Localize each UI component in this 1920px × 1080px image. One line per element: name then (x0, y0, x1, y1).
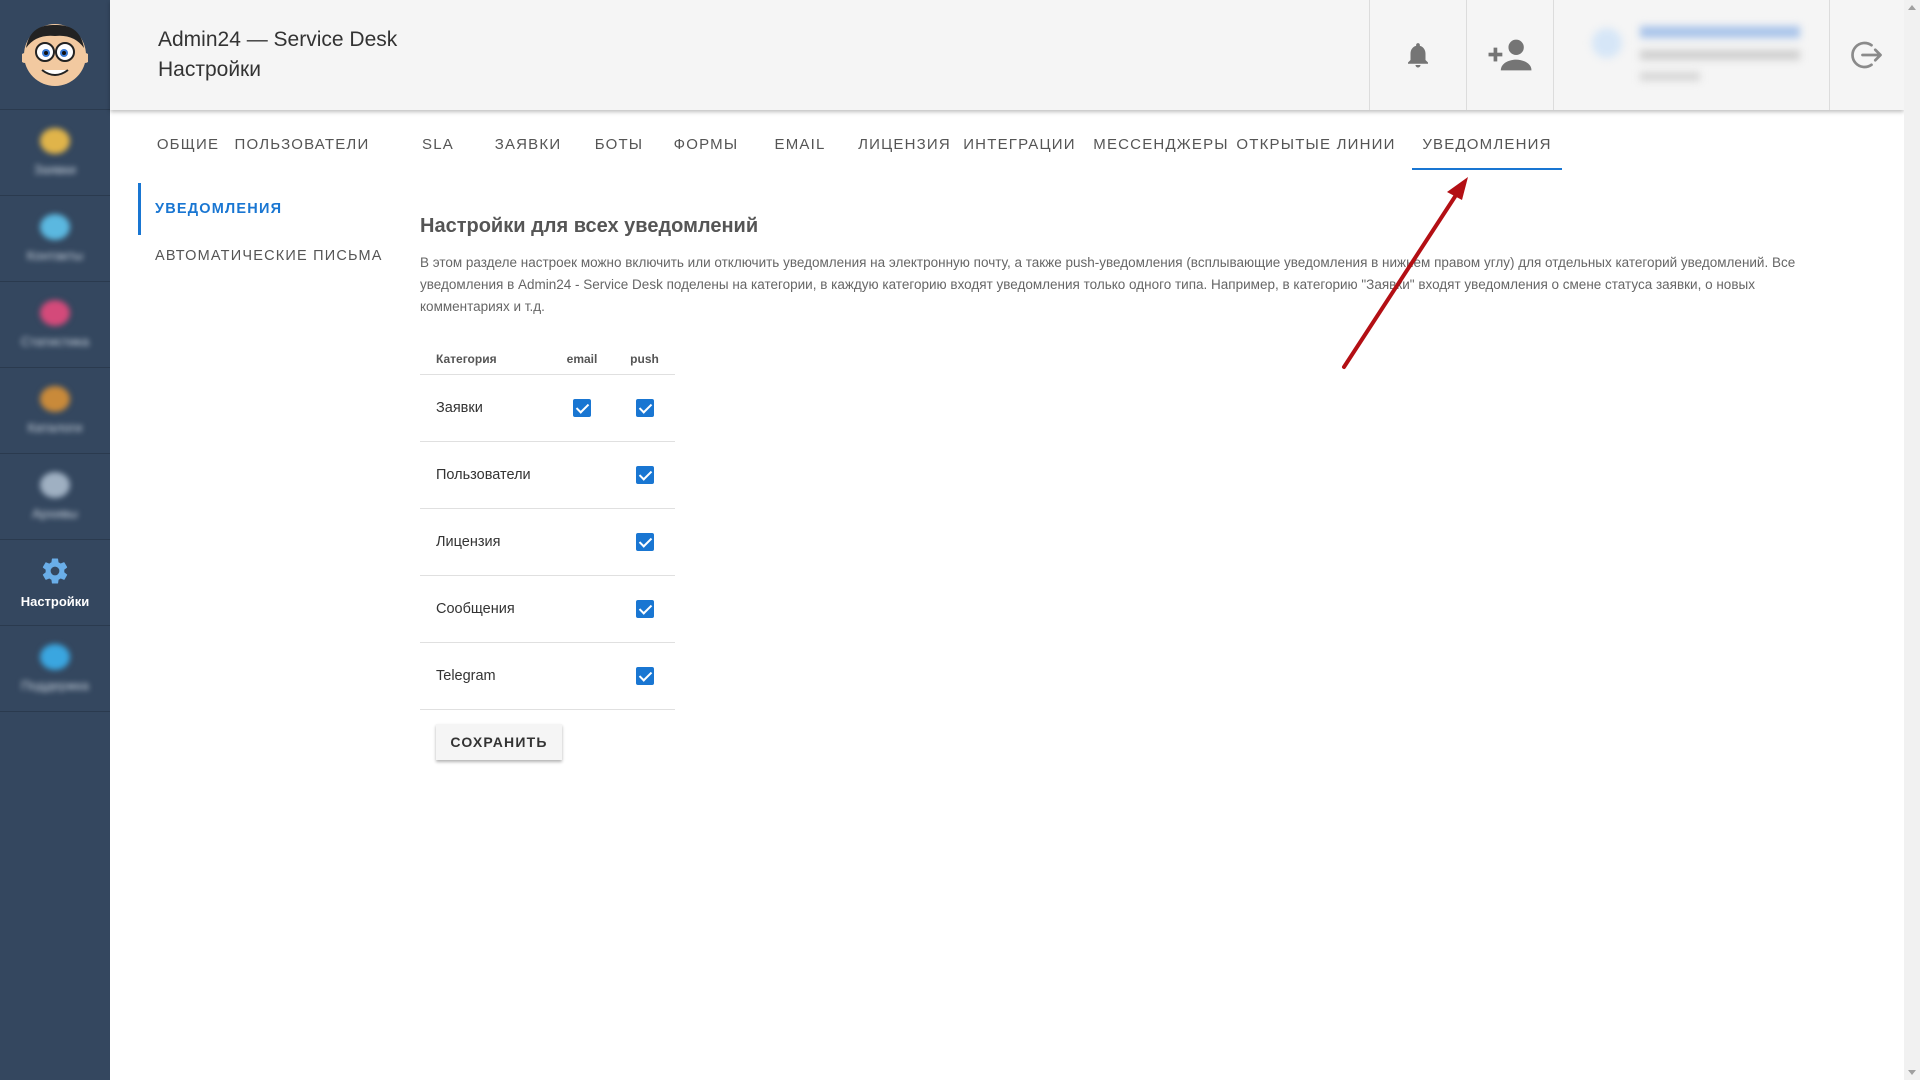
tab-0[interactable]: ОБЩИЕ (138, 120, 238, 170)
push-checkbox[interactable] (635, 465, 654, 484)
category-label: Сообщения (420, 575, 550, 643)
stats-icon (40, 300, 70, 326)
rail-item-label: Заявки (34, 162, 76, 177)
rail-item-archive[interactable]: Архивы (0, 454, 110, 540)
user-avatar (1592, 28, 1622, 58)
rail-item-gear[interactable]: Настройки (0, 540, 110, 626)
contacts-icon (40, 214, 70, 240)
tab-8[interactable]: ИНТЕГРАЦИИ (953, 120, 1086, 170)
column-header-email: email (550, 344, 614, 375)
section-description: В этом разделе настроек можно включить и… (420, 255, 1796, 314)
notifications-button[interactable] (1369, 0, 1466, 110)
left-rail: Заявки Контакты Статистика Каталоги Архивы На… (0, 0, 110, 1080)
push-cell (614, 441, 675, 509)
email-cell (550, 374, 614, 442)
user-name-blurred (1640, 26, 1800, 38)
tab-5[interactable]: ФОРМЫ (652, 120, 760, 170)
settings-tabs: ОБЩИЕ ПОЛЬЗОВАТЕЛИ SLA ЗАЯВКИ БОТЫ ФОРМЫ EMAIL… (110, 120, 1890, 170)
add-user-icon (1488, 39, 1532, 71)
rail-item-contacts[interactable]: Контакты (0, 196, 110, 282)
avatar-logo-icon (22, 23, 88, 86)
save-button[interactable]: СОХРАНИТЬ (436, 724, 562, 760)
subnav-notifications[interactable]: УВЕДОМЛЕНИЯ (138, 183, 282, 235)
rail-item-catalog[interactable]: Каталоги (0, 368, 110, 454)
tab-10[interactable]: ОТКРЫТЫЕ ЛИНИИ (1230, 120, 1402, 170)
column-header-push: push (614, 344, 675, 375)
rail-item-label: Поддержка (21, 678, 89, 693)
table-row: Сообщения (420, 575, 675, 643)
rail-item-support[interactable]: Поддержка (0, 626, 110, 712)
page-title: Настройки (158, 58, 261, 81)
category-label: Заявки (420, 374, 550, 442)
app-title: Admin24 — Service Desk (158, 28, 398, 51)
user-id-blurred (1640, 72, 1700, 81)
tab-1[interactable]: ПОЛЬЗОВАТЕЛИ (228, 120, 376, 170)
category-label: Пользователи (420, 441, 550, 509)
rail-item-label: Архивы (32, 506, 78, 521)
column-header-category: Категория (420, 344, 550, 375)
catalog-icon (40, 386, 70, 412)
archive-icon (40, 472, 70, 498)
table-row: Лицензия (420, 508, 675, 576)
user-email-blurred (1640, 50, 1800, 60)
requests-icon (40, 128, 70, 154)
tab-9[interactable]: МЕССЕНДЖЕРЫ (1086, 120, 1236, 170)
app-logo[interactable] (0, 0, 110, 110)
notification-categories-table: Категория email push Заявки Пользователи Л… (420, 344, 675, 710)
category-label: Лицензия (420, 508, 550, 576)
add-user-button[interactable] (1466, 0, 1553, 110)
support-icon (40, 644, 70, 670)
push-checkbox[interactable] (635, 599, 654, 618)
rail-item-requests[interactable]: Заявки (0, 110, 110, 196)
notifications-section: Настройки для всех уведомлений В этом ра… (420, 215, 1810, 318)
table-row: Пользователи (420, 441, 675, 509)
rail-item-stats[interactable]: Статистика (0, 282, 110, 368)
tab-3[interactable]: ЗАЯВКИ (468, 120, 588, 170)
email-cell (550, 575, 614, 643)
email-cell (550, 508, 614, 576)
scroll-up-arrow-icon[interactable] (1908, 5, 1916, 10)
rail-item-label: Статистика (20, 334, 90, 349)
rail-item-label: Контакты (26, 248, 84, 263)
bell-icon (1408, 43, 1428, 68)
push-cell (614, 374, 675, 442)
logout-icon (1851, 41, 1882, 69)
push-checkbox[interactable] (635, 532, 654, 551)
email-cell (550, 441, 614, 509)
subnav-auto-emails[interactable]: АВТОМАТИЧЕСКИЕ ПИСЬМА (138, 248, 383, 264)
rail-item-label: Настройки (20, 594, 90, 609)
top-bar: Admin24 — Service Desk Настройки (110, 0, 1904, 110)
category-label: Telegram (420, 642, 550, 710)
email-checkbox[interactable] (573, 398, 591, 417)
table-row: Заявки (420, 374, 675, 442)
table-row: Telegram (420, 642, 675, 710)
tab-11[interactable]: УВЕДОМЛЕНИЯ (1412, 120, 1562, 170)
table-header-row: Категория email push (420, 344, 675, 375)
rail-item-label: Каталоги (27, 420, 83, 435)
push-cell (614, 575, 675, 643)
scroll-down-arrow-icon[interactable] (1908, 1070, 1916, 1075)
section-heading: Настройки для всех уведомлений (420, 215, 759, 237)
email-cell (550, 642, 614, 710)
push-cell (614, 642, 675, 710)
user-profile[interactable] (1553, 0, 1829, 110)
push-cell (614, 508, 675, 576)
push-checkbox[interactable] (635, 398, 654, 417)
gear-icon (42, 558, 68, 584)
logout-button[interactable] (1829, 0, 1904, 110)
push-checkbox[interactable] (635, 666, 654, 685)
page-scrollbar[interactable] (1904, 0, 1920, 1080)
